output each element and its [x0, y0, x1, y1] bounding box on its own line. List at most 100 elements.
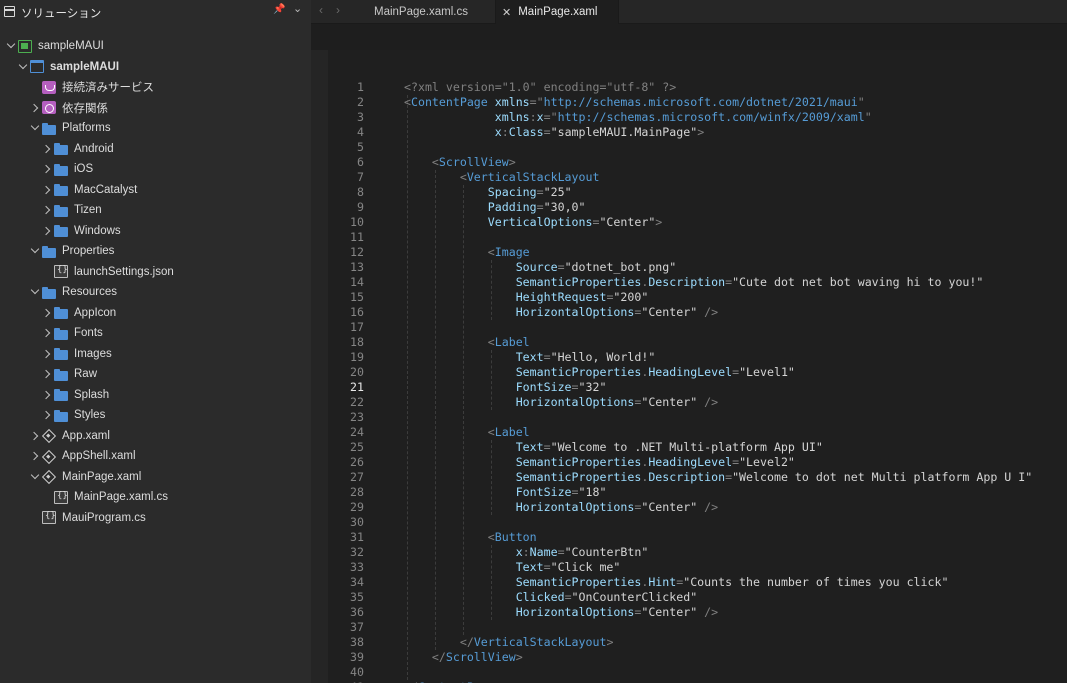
tree-item[interactable]: Splash	[41, 385, 109, 405]
code-line[interactable]: 11	[328, 230, 1067, 245]
code-line[interactable]: 23	[328, 410, 1067, 425]
chevron-right-icon[interactable]	[41, 159, 53, 179]
chevron-down-icon[interactable]: ⌄	[293, 2, 302, 15]
code-line[interactable]: 36 HorizontalOptions="Center" />	[328, 605, 1067, 620]
chevron-down-icon[interactable]	[29, 118, 41, 138]
code-line[interactable]: 32 x:Name="CounterBtn"	[328, 545, 1067, 560]
chevron-right-icon[interactable]	[29, 98, 41, 118]
code-editor[interactable]: 1 <?xml version="1.0" encoding="utf-8" ?>…	[311, 25, 1067, 683]
code-line[interactable]: 31 <Button	[328, 530, 1067, 545]
code-line[interactable]: 18 <Label	[328, 335, 1067, 350]
code-token: "Welcome to dot net Multi platform App U…	[732, 470, 1033, 484]
code-line[interactable]: 16 HorizontalOptions="Center" />	[328, 305, 1067, 320]
code-line[interactable]: 33 Text="Click me"	[328, 560, 1067, 575]
chevron-right-icon[interactable]	[41, 180, 53, 200]
tree-item[interactable]: Styles	[41, 405, 105, 425]
tree-item[interactable]: AppShell.xaml	[29, 446, 136, 466]
code-line[interactable]: 39 </ScrollView>	[328, 650, 1067, 665]
code-token: "Hello, World!"	[550, 350, 656, 364]
tree-item[interactable]: 依存関係	[29, 98, 108, 118]
chevron-right-icon[interactable]	[41, 303, 53, 323]
code-line[interactable]: 27 SemanticProperties.Description="Welco…	[328, 470, 1067, 485]
code-line[interactable]: 35 Clicked="OnCounterClicked"	[328, 590, 1067, 605]
chevron-down-icon[interactable]	[29, 241, 41, 261]
code-line[interactable]: 34 SemanticProperties.Hint="Counts the n…	[328, 575, 1067, 590]
code-line[interactable]: 29 HorizontalOptions="Center" />	[328, 500, 1067, 515]
tree-item[interactable]: Resources	[29, 282, 117, 302]
close-icon[interactable]: ✕	[502, 6, 511, 19]
code-line[interactable]: 19 Text="Hello, World!"	[328, 350, 1067, 365]
tree-item[interactable]: iOS	[41, 159, 93, 179]
code-line[interactable]: 3 xmlns:x="http://schemas.microsoft.com/…	[328, 110, 1067, 125]
line-number: 3	[357, 110, 364, 124]
code-line[interactable]: 22 HorizontalOptions="Center" />	[328, 395, 1067, 410]
code-token: <	[487, 530, 495, 544]
code-line[interactable]: 40	[328, 665, 1067, 680]
chevron-right-icon[interactable]	[29, 426, 41, 446]
tree-item[interactable]: Properties	[29, 241, 114, 261]
tab-mainpage-xaml[interactable]: ✕ MainPage.xaml	[496, 0, 619, 24]
navigate-forward-icon[interactable]: ›	[336, 3, 340, 17]
tree-item[interactable]: MainPage.xaml	[29, 467, 141, 487]
code-line[interactable]: 13 Source="dotnet_bot.png"	[328, 260, 1067, 275]
code-line[interactable]: 12 <Image	[328, 245, 1067, 260]
tree-item[interactable]: sampleMAUI	[5, 36, 104, 56]
chevron-right-icon[interactable]	[41, 405, 53, 425]
tree-item[interactable]: sampleMAUI	[17, 57, 119, 77]
tree-item[interactable]: 接続済みサービス	[29, 77, 154, 97]
tree-item[interactable]: Platforms	[29, 118, 111, 138]
tree-item[interactable]: Fonts	[41, 323, 103, 343]
code-line[interactable]: 5	[328, 140, 1067, 155]
code-line[interactable]: 15 HeightRequest="200"	[328, 290, 1067, 305]
code-line[interactable]: 8 Spacing="25"	[328, 185, 1067, 200]
code-line[interactable]: 17	[328, 320, 1067, 335]
code-line[interactable]: 21 FontSize="32"	[328, 380, 1067, 395]
code-line[interactable]: 26 SemanticProperties.HeadingLevel="Leve…	[328, 455, 1067, 470]
tree-item[interactable]: MainPage.xaml.cs	[41, 487, 168, 507]
chevron-right-icon[interactable]	[41, 344, 53, 364]
chevron-down-icon[interactable]	[29, 467, 41, 487]
chevron-right-icon[interactable]	[41, 385, 53, 405]
pin-icon[interactable]: 📌	[273, 4, 285, 15]
chevron-right-icon[interactable]	[41, 364, 53, 384]
tree-item[interactable]: Raw	[41, 364, 97, 384]
code-line[interactable]: 4 x:Class="sampleMAUI.MainPage">	[328, 125, 1067, 140]
xaml-file-icon	[42, 429, 56, 442]
tree-item[interactable]: launchSettings.json	[41, 262, 174, 282]
code-line[interactable]: 10 VerticalOptions="Center">	[328, 215, 1067, 230]
tree-item[interactable]: App.xaml	[29, 426, 110, 446]
code-line[interactable]: 7 <VerticalStackLayout	[328, 170, 1067, 185]
code-line[interactable]: 14 SemanticProperties.Description="Cute …	[328, 275, 1067, 290]
tree-item[interactable]: MacCatalyst	[41, 180, 137, 200]
chevron-right-icon[interactable]	[29, 446, 41, 466]
code-line[interactable]: 9 Padding="30,0"	[328, 200, 1067, 215]
code-token: <	[487, 245, 495, 259]
tree-item[interactable]: Images	[41, 344, 112, 364]
code-line[interactable]: 28 FontSize="18"	[328, 485, 1067, 500]
chevron-right-icon[interactable]	[41, 139, 53, 159]
chevron-right-icon[interactable]	[41, 323, 53, 343]
tree-item[interactable]: Tizen	[41, 200, 102, 220]
code-line[interactable]: 2 <ContentPage xmlns="http://schemas.micr…	[328, 95, 1067, 110]
chevron-right-icon[interactable]	[41, 200, 53, 220]
tree-item[interactable]: AppIcon	[41, 303, 116, 323]
code-line[interactable]: 30	[328, 515, 1067, 530]
chevron-down-icon[interactable]	[5, 36, 17, 56]
code-line[interactable]: 37	[328, 620, 1067, 635]
code-line[interactable]: 24 <Label	[328, 425, 1067, 440]
chevron-down-icon[interactable]	[17, 57, 29, 77]
navigate-back-icon[interactable]: ‹	[319, 3, 323, 17]
tree-item[interactable]: Windows	[41, 221, 121, 241]
code-line[interactable]: 6 <ScrollView>	[328, 155, 1067, 170]
code-area[interactable]: 1 <?xml version="1.0" encoding="utf-8" ?>…	[328, 50, 1067, 683]
code-line[interactable]: 1 <?xml version="1.0" encoding="utf-8" ?>	[328, 80, 1067, 95]
chevron-right-icon[interactable]	[41, 221, 53, 241]
tab-mainpage-xaml-cs[interactable]: MainPage.xaml.cs	[351, 0, 496, 24]
chevron-down-icon[interactable]	[29, 282, 41, 302]
code-line[interactable]: 20 SemanticProperties.HeadingLevel="Leve…	[328, 365, 1067, 380]
line-text: Source="dotnet_bot.png"	[404, 260, 677, 275]
tree-item[interactable]: Android	[41, 139, 114, 159]
code-line[interactable]: 38 </VerticalStackLayout>	[328, 635, 1067, 650]
code-line[interactable]: 25 Text="Welcome to .NET Multi-platform …	[328, 440, 1067, 455]
tree-item[interactable]: MauiProgram.cs	[29, 508, 146, 528]
